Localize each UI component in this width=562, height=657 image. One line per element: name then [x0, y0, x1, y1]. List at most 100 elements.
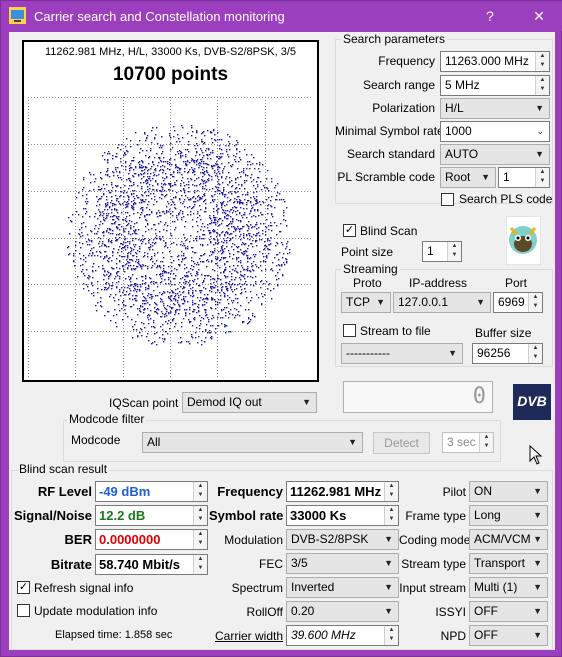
chevron-down-icon: ▼ — [348, 437, 357, 447]
result-frequency-label: Frequency — [217, 484, 283, 499]
fec-label: FEC — [259, 557, 283, 571]
port-spinbox[interactable]: 6969 ▲ ▼ — [493, 292, 543, 313]
main-window: Carrier search and Constellation monitor… — [0, 0, 562, 657]
rolloff-select[interactable]: 0.20 ▼ — [286, 601, 399, 622]
spin-buttons[interactable]: ▲ ▼ — [535, 168, 549, 187]
frame-type-label: Frame type — [405, 509, 466, 523]
fec-select[interactable]: 3/5 ▼ — [286, 553, 399, 574]
lcd-display: 0 — [343, 381, 493, 413]
update-modulation-checkbox[interactable] — [17, 604, 30, 617]
coding-mode-select[interactable]: ACM/VCM ▼ — [469, 529, 548, 550]
bitrate-field: 58.740 Mbit/s ▲ ▼ — [95, 554, 208, 575]
polarization-select[interactable]: H/L ▼ — [440, 98, 550, 119]
input-stream-select[interactable]: Multi (1) ▼ — [469, 577, 548, 598]
title-bar[interactable]: Carrier search and Constellation monitor… — [1, 1, 562, 31]
polarization-label: Polarization — [372, 101, 435, 115]
search-standard-select[interactable]: AUTO ▼ — [440, 144, 550, 165]
elapsed-time: Elapsed time: 1.858 sec — [55, 629, 173, 641]
pilot-select[interactable]: ON ▼ — [469, 481, 548, 502]
spin-buttons[interactable]: ▲ ▼ — [447, 242, 461, 261]
modulation-value: DVB-S2/8PSK — [291, 532, 369, 546]
spin-buttons[interactable]: ▲ ▼ — [193, 482, 207, 501]
spin-buttons[interactable]: ▲ ▼ — [528, 344, 542, 363]
blind-scan-checkbox[interactable]: ✓ — [343, 224, 356, 237]
coding-mode-value: ACM/VCM — [474, 532, 531, 546]
detect-button[interactable]: Detect — [373, 432, 430, 454]
spin-buttons[interactable]: ▲ ▼ — [384, 482, 398, 501]
ip-address-select[interactable]: 127.0.0.1 ▼ — [393, 292, 491, 313]
carrier-width-spinbox[interactable]: 39.600 MHz ▲ ▼ — [286, 625, 399, 646]
mascot-logo-icon — [506, 216, 541, 265]
spin-buttons[interactable]: ▲ ▼ — [384, 506, 398, 525]
ip-address-value: 127.0.0.1 — [398, 295, 449, 309]
stream-type-label: Stream type — [401, 557, 466, 571]
modulation-select[interactable]: DVB-S2/8PSK ▼ — [286, 529, 399, 550]
chevron-down-icon: ▼ — [376, 297, 385, 307]
buffer-size-label: Buffer size — [475, 326, 532, 340]
rolloff-value: 0.20 — [291, 604, 315, 618]
spin-buttons[interactable]: ▲ ▼ — [535, 76, 549, 95]
min-symbol-rate-value: 1000 — [445, 124, 472, 138]
chevron-down-icon: ▼ — [476, 297, 485, 307]
refresh-signal-checkbox[interactable]: ✓ — [17, 581, 30, 594]
chevron-down-icon: ▼ — [481, 172, 490, 182]
spectrum-select[interactable]: Inverted ▼ — [286, 577, 399, 598]
result-frequency-field: 11262.981 MHz ▲ ▼ — [286, 481, 399, 502]
stream-file-select[interactable]: ----------- ▼ — [341, 343, 463, 364]
search-pls-label: Search PLS code — [459, 192, 553, 206]
blind-scan-label: Blind Scan — [360, 224, 418, 238]
help-button[interactable]: ? — [467, 1, 513, 31]
ber-value: 0.0000000 — [99, 532, 161, 547]
frequency-spinbox[interactable]: 11263.000 MHz ▲ ▼ — [440, 51, 550, 72]
rf-level-field: -49 dBm ▲ ▼ — [95, 481, 208, 502]
close-button[interactable]: ✕ — [516, 1, 562, 31]
pl-scramble-mode-select[interactable]: Root ▼ — [440, 167, 496, 188]
buffer-size-spinbox[interactable]: 96256 ▲ ▼ — [472, 343, 543, 364]
search-pls-checkbox[interactable] — [441, 193, 454, 206]
symbol-rate-field: 33000 Ks ▲ ▼ — [286, 505, 399, 526]
port-value: 6969 — [498, 295, 525, 309]
frequency-label: Frequency — [378, 54, 435, 68]
search-range-spinbox[interactable]: 5 MHz ▲ ▼ — [440, 75, 550, 96]
result-frequency-value: 11262.981 MHz — [290, 484, 382, 499]
chevron-down-icon: ▼ — [533, 534, 542, 544]
npd-value: OFF — [474, 628, 498, 642]
detect-interval-spinbox[interactable]: 3 sec ▲ ▼ — [442, 432, 494, 453]
chevron-down-icon: ▼ — [533, 558, 542, 568]
chevron-down-icon: ▼ — [384, 582, 393, 592]
spin-buttons[interactable]: ▲ ▼ — [528, 293, 542, 312]
proto-label: Proto — [353, 276, 382, 290]
npd-select[interactable]: OFF ▼ — [469, 625, 548, 646]
chevron-down-icon: ▼ — [535, 103, 544, 113]
coding-mode-label: Coding mode — [399, 533, 471, 547]
spin-buttons[interactable]: ▲ ▼ — [535, 52, 549, 71]
spin-buttons[interactable]: ▲ ▼ — [479, 433, 493, 452]
iqscan-select[interactable]: Demod IQ out ▼ — [182, 392, 317, 413]
point-size-spinbox[interactable]: 1 ▲ ▼ — [422, 241, 462, 262]
pilot-value: ON — [474, 484, 492, 498]
pl-scramble-code-spinbox[interactable]: 1 ▲ ▼ — [498, 167, 550, 188]
carrier-width-label[interactable]: Carrier width — [199, 629, 283, 643]
symbol-rate-value: 33000 Ks — [290, 508, 347, 523]
frequency-value: 11263.000 MHz — [445, 54, 529, 68]
issyi-select[interactable]: OFF ▼ — [469, 601, 548, 622]
update-modulation-label: Update modulation info — [34, 604, 158, 618]
stream-type-select[interactable]: Transport ▼ — [469, 553, 548, 574]
spin-buttons[interactable]: ▲ ▼ — [193, 506, 207, 525]
stream-to-file-checkbox[interactable] — [343, 324, 356, 337]
spectrum-label: Spectrum — [231, 581, 283, 595]
proto-select[interactable]: TCP ▼ — [341, 292, 391, 313]
spin-buttons[interactable]: ▲ ▼ — [384, 626, 398, 645]
search-range-label: Search range — [362, 78, 435, 92]
min-symbol-rate-combo[interactable]: 1000 ⌄ — [440, 121, 550, 142]
chevron-down-icon: ▼ — [533, 486, 542, 496]
modcode-value: All — [147, 435, 161, 449]
chevron-down-icon: ▼ — [533, 510, 542, 520]
frame-type-select[interactable]: Long ▼ — [469, 505, 548, 526]
modcode-select[interactable]: All ▼ — [142, 432, 363, 453]
lcd-value: 0 — [472, 384, 486, 409]
chevron-down-icon: ▼ — [384, 606, 393, 616]
chevron-down-icon: ▼ — [384, 558, 393, 568]
bitrate-label: Bitrate — [50, 557, 92, 572]
modcode-label: Modcode — [71, 433, 121, 447]
